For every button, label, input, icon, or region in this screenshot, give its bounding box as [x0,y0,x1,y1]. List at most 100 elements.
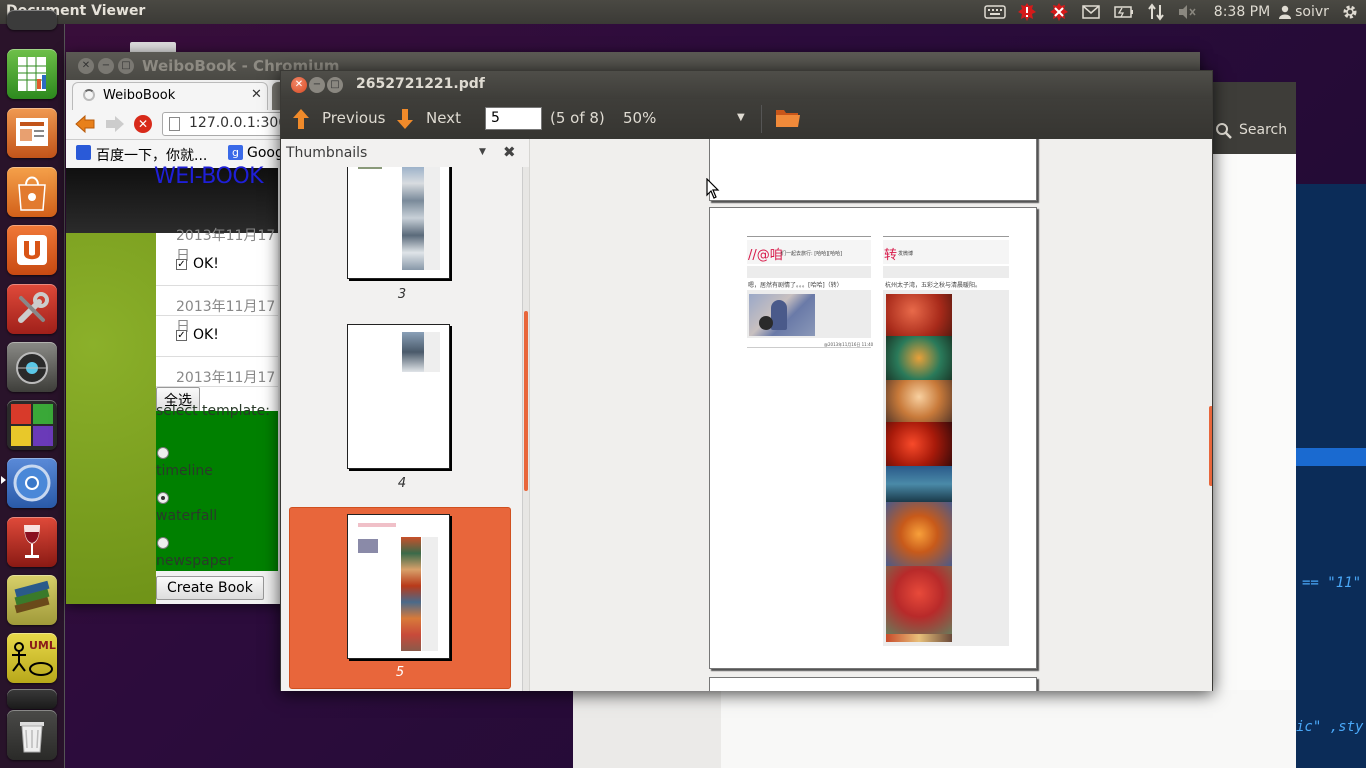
thumbnail-list: 3 4 5 [281,167,523,691]
thumb-content [358,523,396,527]
thumbnail-page[interactable] [347,324,450,469]
editor-highlight-line [1296,448,1366,466]
close-sidebar-icon[interactable]: ✖ [503,143,516,161]
document-scrollbar-thumb[interactable] [1209,406,1212,486]
template-picker: select template: timeline waterfall news… [156,403,278,571]
wine-glass-icon [24,525,40,558]
thumb-image-strip [402,167,424,270]
template-radio-timeline[interactable] [157,447,169,459]
launcher-ubuntu-one[interactable] [7,225,57,275]
template-heading: select template: [156,403,270,419]
create-book-button[interactable]: Create Book [156,576,264,600]
template-radio-waterfall[interactable] [157,492,169,504]
clock[interactable]: 8:38 PM [1212,2,1272,22]
search-label[interactable]: Search [1239,122,1287,138]
user-icon [1278,2,1292,22]
minimize-icon[interactable]: − [98,58,114,74]
divider [156,315,278,316]
shopping-bag-icon [18,176,46,211]
chevron-down-icon[interactable]: ▼ [737,112,745,123]
thumbnail-label: 4 [397,476,407,491]
launcher-system-settings[interactable] [7,284,57,334]
ubuntu-one-icon [17,235,47,265]
stop-loading-icon[interactable]: ✕ [134,115,152,133]
bookmark-google[interactable]: Goog [247,145,284,161]
previous-button[interactable]: Previous [322,109,385,127]
minimize-icon[interactable]: − [309,77,325,93]
site-header: WEI-BOOK [66,164,278,233]
post-author-text: 们一起去旅行: [哈哈][哈哈] [781,251,843,257]
next-arrow-icon[interactable] [395,107,415,135]
weibo-date: 2013年11月17日 [176,299,276,335]
launcher-trash[interactable] [7,710,57,760]
launcher-terminal[interactable] [7,342,57,392]
thumb-image [358,539,378,553]
scrollbar-thumb[interactable] [524,311,528,491]
divider [156,356,278,357]
thumb-content [424,167,440,270]
launcher-partial-item[interactable] [7,10,57,30]
post-author: 转 [884,248,898,263]
page-icon [169,117,180,131]
network-icon[interactable] [1145,2,1167,22]
presentation-icon [16,118,48,146]
search-icon[interactable] [1215,122,1233,144]
maximize-icon[interactable]: □ [327,77,343,93]
template-label: newspaper [156,553,233,569]
background-window-lower-right [721,690,1296,768]
sidebar-header: Thumbnails ▼ ✖ [281,139,529,167]
launcher-libreoffice-impress[interactable] [7,108,57,158]
workspace-switcher-icon [11,404,53,446]
thumbnail-page[interactable] [347,167,450,279]
weibo-checkbox[interactable]: ✓ [176,330,187,341]
chevron-down-icon[interactable]: ▼ [479,147,486,157]
thumbnail-selected-highlight[interactable]: 5 [289,507,511,689]
next-button[interactable]: Next [426,109,461,127]
bookmark-baidu[interactable]: 百度一下，你就... [96,145,207,165]
sidebar-scrollbar[interactable] [522,167,529,691]
form-footer: Create Book [156,571,278,604]
alert-icon[interactable] [1016,2,1038,22]
code-line: == "11" [1302,575,1362,591]
back-icon[interactable] [74,114,96,138]
photo [886,502,952,566]
maximize-icon[interactable]: □ [118,58,134,74]
thumb-content [422,537,438,651]
open-folder-icon[interactable] [775,107,801,133]
user-name[interactable]: soivr [1294,2,1330,22]
keyboard-icon[interactable] [983,2,1007,22]
weibo-checkbox[interactable]: ✓ [176,259,187,270]
forward-icon[interactable] [104,114,126,138]
launcher-libreoffice-calc[interactable] [7,49,57,99]
mail-icon[interactable] [1080,2,1102,22]
launcher-workspaces[interactable] [7,400,57,450]
page-number-input[interactable]: 5 [485,107,542,130]
launcher-chromium[interactable] [7,458,57,508]
template-radio-newspaper[interactable] [157,537,169,549]
close-icon[interactable]: ✕ [291,77,307,93]
thumbnail-page[interactable] [347,514,450,659]
launcher-wine[interactable] [7,517,57,567]
volume-muted-icon[interactable] [1176,2,1198,22]
launcher-software-center[interactable] [7,167,57,217]
autumn-photo-strip [886,294,952,646]
tab-close-icon[interactable]: ✕ [251,87,262,102]
gear-icon[interactable] [1340,2,1360,22]
post-photo [749,294,815,336]
site-logo[interactable]: WEI-BOOK [154,164,264,189]
page-count: (5 of 8) [550,109,605,127]
document-canvas[interactable]: //@咱 们一起去旅行: [哈哈][哈哈] 嗯，居然有剧情了。。。[哈哈]（转）… [529,139,1212,691]
launcher-ebook-reader[interactable] [7,575,57,625]
toolbar-separator [761,105,762,133]
zoom-select[interactable]: 50% [623,109,656,127]
error-icon[interactable] [1048,2,1070,22]
trash-icon [20,722,44,753]
launcher-uml-tool[interactable]: UML [7,633,57,683]
photo [886,634,952,642]
browser-tab[interactable]: WeiboBook ✕ [72,82,268,110]
sidebar-mode-select[interactable]: Thumbnails [286,145,367,161]
battery-icon[interactable] [1113,2,1135,22]
close-icon[interactable]: ✕ [78,58,94,74]
divider [156,285,278,286]
previous-arrow-icon[interactable] [291,107,311,135]
